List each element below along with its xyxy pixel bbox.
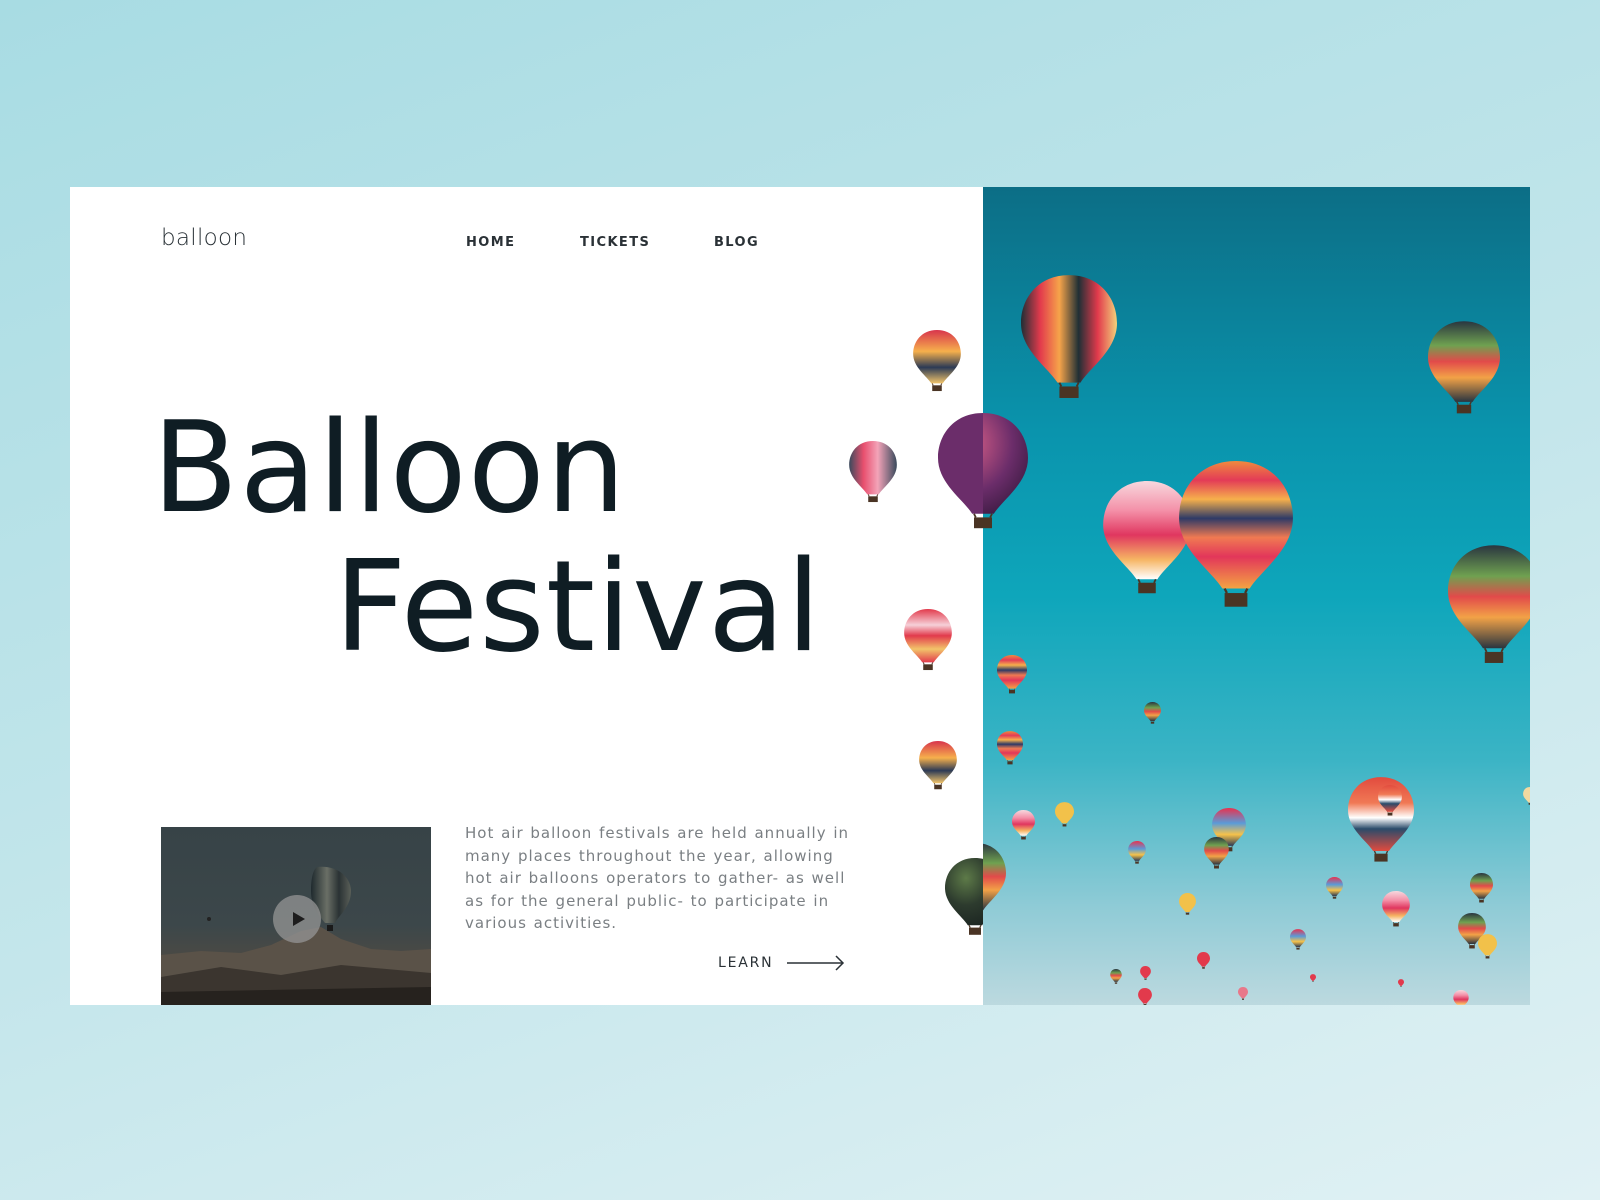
nav-tickets[interactable]: TICKETS	[580, 235, 650, 250]
video-thumbnail[interactable]	[161, 827, 431, 1005]
balloons-photo	[983, 187, 1530, 1005]
nav-home[interactable]: HOME	[466, 235, 515, 250]
festival-description: Hot air balloon festivals are held annua…	[465, 824, 850, 933]
arrow-right-icon	[787, 955, 845, 971]
hero-card: balloon HOME TICKETS BLOG Balloon Festiv…	[70, 187, 1530, 1005]
hero-title-line-2: Festival	[334, 533, 822, 680]
learn-label: LEARN	[718, 955, 774, 971]
balloons-illustration	[983, 275, 1530, 1005]
brand-logo[interactable]: balloon	[161, 225, 247, 251]
learn-link[interactable]: LEARN	[718, 955, 845, 971]
nav-blog[interactable]: BLOG	[714, 235, 759, 250]
hero-title-line-1: Balloon	[152, 394, 627, 541]
play-icon[interactable]	[273, 895, 321, 943]
